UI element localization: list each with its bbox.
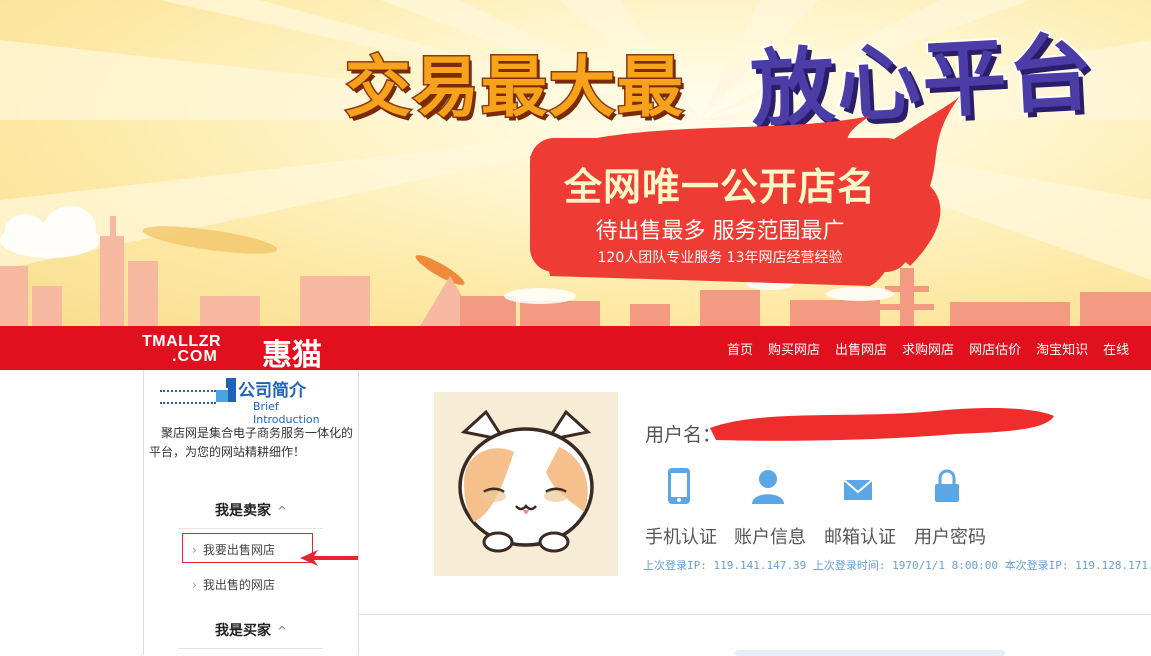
account-info-label[interactable]: 账户信息 bbox=[734, 523, 806, 549]
company-intro-text: 聚店网是集合电子商务服务一体化的平台，为您的网站精耕细作！ bbox=[149, 426, 354, 459]
chevron-up-icon: ^ bbox=[276, 504, 288, 518]
password-button[interactable] bbox=[927, 466, 967, 506]
hero-banner: 交易最大最 放心平台 全网唯一公开店名 待出售最多 服务范围最广 120人团队专… bbox=[0, 0, 1151, 326]
sidebar-link-label: 我要出售网店 bbox=[202, 543, 275, 557]
cat-avatar-icon bbox=[458, 409, 594, 553]
promo-headline: 全网唯一公开店名 bbox=[563, 165, 876, 209]
site-logo[interactable]: TMALLZR .COM 惠猫 bbox=[142, 330, 342, 373]
login-info-text: 上次登录IP: 119.141.147.39 上次登录时间: 1970/1/1 … bbox=[643, 559, 1151, 572]
brief-intro-header: 公司简介 Brief Introduction bbox=[158, 374, 348, 426]
redaction-scribble bbox=[710, 408, 1054, 441]
seller-section-title[interactable]: 我是卖家 ^ bbox=[144, 500, 358, 520]
sidebar: 公司简介 Brief Introduction 聚店网是集合电子商务服务一体化的… bbox=[143, 370, 359, 655]
divider bbox=[178, 528, 323, 529]
chevron-right-icon: › bbox=[192, 578, 197, 592]
seller-section-label: 我是卖家 bbox=[214, 503, 271, 519]
annotation-arrow-icon bbox=[300, 550, 358, 566]
account-info-button[interactable] bbox=[748, 466, 788, 506]
mail-icon bbox=[843, 479, 873, 500]
phone-icon bbox=[668, 468, 690, 504]
lock-icon bbox=[935, 469, 959, 502]
brief-title: 公司简介 bbox=[238, 381, 306, 401]
divider bbox=[160, 390, 216, 392]
sidebar-link-my-sold-shops[interactable]: › 我出售的网店 bbox=[192, 576, 275, 593]
user-avatar[interactable] bbox=[434, 392, 618, 576]
logo-text-cn: 惠猫 bbox=[262, 338, 322, 373]
nav-item-knowledge[interactable]: 淘宝知识 bbox=[1036, 339, 1088, 358]
chevron-right-icon: › bbox=[192, 543, 197, 557]
divider bbox=[178, 648, 323, 649]
email-verify-button[interactable] bbox=[838, 468, 878, 508]
promo-detail: 120人团队专业服务 13年网店经营经验 bbox=[597, 250, 843, 266]
nav-item-home[interactable]: 首页 bbox=[727, 339, 753, 358]
nav-item-sell-shop[interactable]: 出售网店 bbox=[835, 339, 887, 358]
user-icon bbox=[752, 470, 784, 504]
nav-item-valuation[interactable]: 网店估价 bbox=[969, 339, 1021, 358]
buyer-section-label: 我是买家 bbox=[214, 623, 271, 639]
promo-subline: 待出售最多 服务范围最广 bbox=[595, 219, 845, 244]
nav-item-buy-shop[interactable]: 购买网店 bbox=[768, 339, 820, 358]
top-navbar: TMALLZR .COM 惠猫 首页 购买网店 出售网店 求购网店 网店估价 淘… bbox=[0, 326, 1151, 373]
logo-text-domain: .COM bbox=[172, 348, 218, 365]
nav-item-online[interactable]: 在线 bbox=[1103, 339, 1129, 358]
promo-badge: 全网唯一公开店名 待出售最多 服务范围最广 120人团队专业服务 13年网店经营… bbox=[530, 138, 910, 272]
phone-verify-label[interactable]: 手机认证 bbox=[645, 523, 717, 549]
content-strip bbox=[735, 650, 1005, 656]
nav-item-want-shop[interactable]: 求购网店 bbox=[902, 339, 954, 358]
chevron-up-icon: ^ bbox=[276, 624, 288, 638]
phone-verify-button[interactable] bbox=[659, 466, 699, 506]
sidebar-link-label: 我出售的网店 bbox=[202, 578, 275, 592]
nav-menu: 首页 购买网店 出售网店 求购网店 网店估价 淘宝知识 在线 bbox=[727, 326, 1144, 370]
sidebar-link-sell-shop[interactable]: › 我要出售网店 bbox=[192, 541, 275, 558]
bracket-icon bbox=[216, 378, 236, 402]
password-label[interactable]: 用户密码 bbox=[914, 523, 986, 549]
brief-subtitle: Brief Introduction bbox=[253, 400, 320, 426]
email-verify-label[interactable]: 邮箱认证 bbox=[824, 523, 896, 549]
divider bbox=[359, 614, 1151, 615]
divider bbox=[160, 402, 216, 404]
buyer-section-title[interactable]: 我是买家 ^ bbox=[144, 620, 358, 640]
